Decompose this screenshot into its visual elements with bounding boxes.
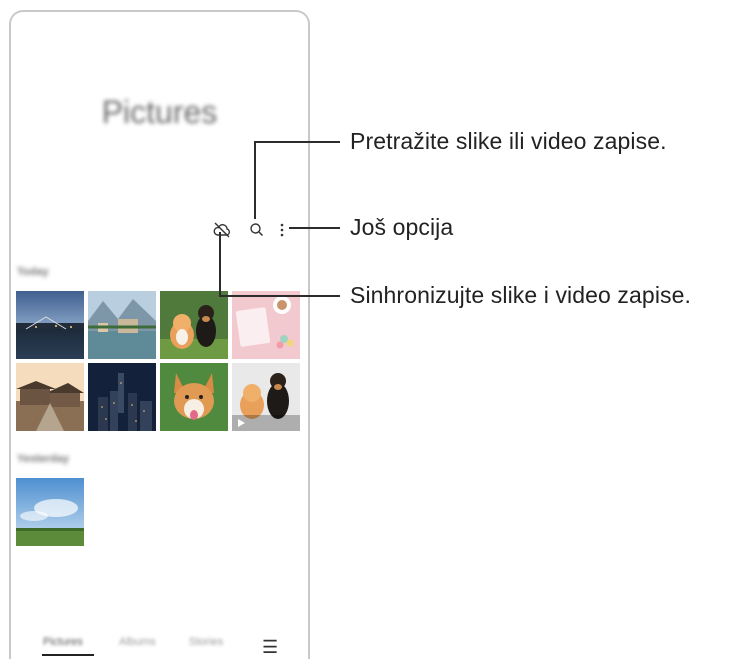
photo-thumbnail[interactable] <box>160 363 228 431</box>
page-title: Pictures <box>101 94 218 130</box>
search-icon[interactable] <box>247 220 267 240</box>
callout-line-sync <box>219 232 221 297</box>
phone-screen: Pictures Today Yesterday Pictures Albums… <box>9 10 310 659</box>
cloud-off-icon[interactable] <box>212 220 232 240</box>
photo-thumbnail[interactable] <box>16 478 84 546</box>
section-label-yesterday: Yesterday <box>17 453 69 465</box>
nav-tab-albums[interactable]: Albums <box>119 636 156 648</box>
section-label-today: Today <box>17 266 49 278</box>
photo-thumbnail[interactable] <box>16 363 84 431</box>
callout-label-sync: Sinhronizujte slike i video zapise. <box>350 282 692 308</box>
photo-thumbnail[interactable] <box>16 291 84 359</box>
cloud-off-icon-svg <box>213 222 231 238</box>
nav-active-indicator <box>42 654 94 656</box>
photo-thumbnail[interactable] <box>160 291 228 359</box>
callout-line-sync-h <box>219 295 340 297</box>
photo-thumbnail[interactable] <box>232 291 300 359</box>
callout-line-more <box>289 227 340 229</box>
more-vertical-icon[interactable] <box>276 220 288 240</box>
callout-label-more: Još opcija <box>350 214 454 240</box>
callout-line-search-h <box>254 141 340 143</box>
video-thumbnail[interactable] <box>232 363 300 431</box>
menu-icon[interactable]: ☰ <box>262 637 278 658</box>
photo-grid-today <box>16 291 300 431</box>
nav-tab-pictures[interactable]: Pictures <box>43 636 83 648</box>
callout-line-search <box>254 141 256 219</box>
bottom-navigation: Pictures Albums Stories ☰ <box>11 632 308 659</box>
photo-thumbnail[interactable] <box>88 291 156 359</box>
nav-tab-stories[interactable]: Stories <box>189 636 223 648</box>
search-icon-svg <box>250 223 264 237</box>
callout-label-search: Pretražite slike ili video zapise. <box>350 128 667 154</box>
photo-thumbnail[interactable] <box>88 363 156 431</box>
more-vertical-icon-svg <box>280 223 284 237</box>
